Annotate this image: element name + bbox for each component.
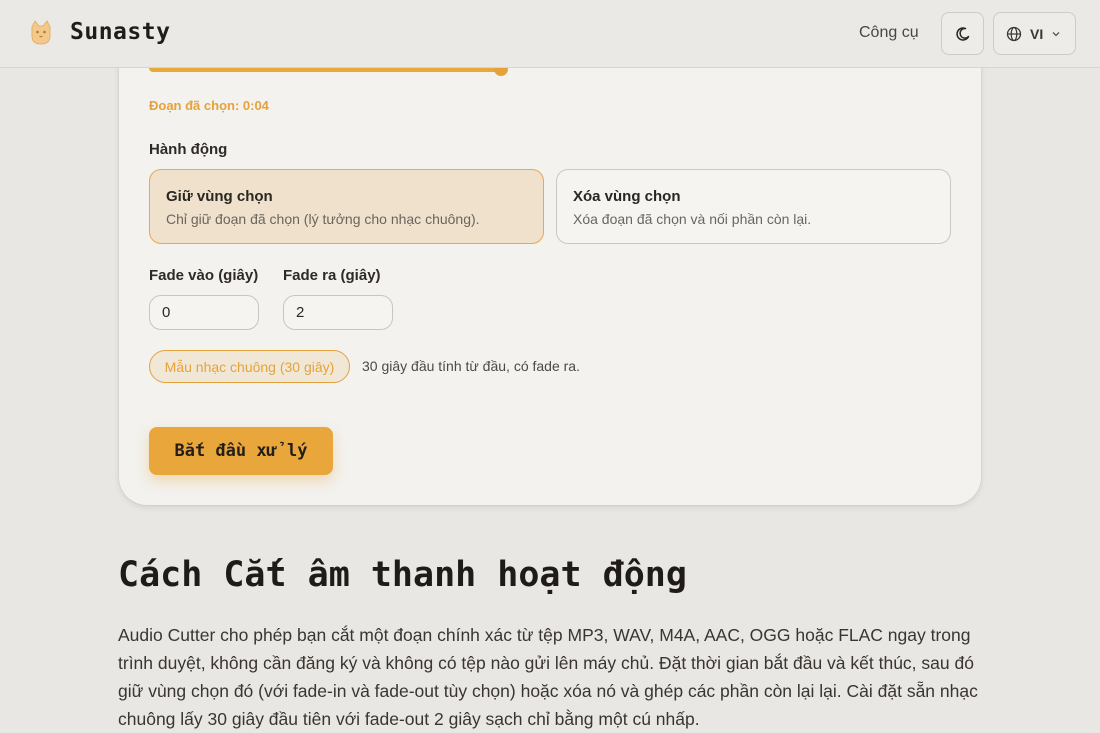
section-heading: Cách Cắt âm thanh hoạt động [118, 555, 687, 595]
option-description: Chỉ giữ đoạn đã chọn (lý tưởng cho nhạc … [166, 211, 480, 227]
action-title: Hành động [149, 141, 228, 158]
selected-duration-label: Đoạn đã chọn: 0:04 [149, 98, 269, 113]
start-processing-button[interactable]: Bắt đầu xử lý [149, 427, 333, 475]
globe-icon [1006, 26, 1022, 41]
language-selector[interactable]: VI [993, 12, 1076, 55]
chevron-down-icon [1052, 31, 1060, 36]
top-header: Sunasty Công cụ VI [0, 0, 1100, 68]
brand-name[interactable]: Sunasty [70, 19, 170, 45]
preset-hint: 30 giây đầu tính từ đầu, có fade ra. [362, 358, 580, 374]
delete-selection-option[interactable]: Xóa vùng chọn Xóa đoạn đã chọn và nối ph… [556, 169, 951, 244]
option-title: Xóa vùng chọn [573, 188, 681, 205]
section-body: Audio Cutter cho phép bạn cắt một đoạn c… [118, 625, 978, 729]
cat-logo-icon [31, 20, 51, 45]
fade-out-label: Fade ra (giây) [283, 267, 381, 284]
keep-selection-option[interactable]: Giữ vùng chọn Chỉ giữ đoạn đã chọn (lý t… [149, 169, 544, 244]
option-description: Xóa đoạn đã chọn và nối phần còn lại. [573, 211, 812, 227]
nav-tools-link[interactable]: Công cụ [859, 24, 919, 42]
fade-out-input[interactable] [283, 295, 393, 330]
theme-toggle-button[interactable] [941, 12, 984, 55]
option-title: Giữ vùng chọn [166, 188, 273, 205]
moon-icon [955, 26, 969, 41]
logo[interactable] [26, 18, 56, 48]
fade-in-input[interactable] [149, 295, 259, 330]
ringtone-preset-button[interactable]: Mẫu nhạc chuông (30 giây) [149, 350, 350, 383]
language-code: VI [1030, 25, 1044, 42]
fade-in-label: Fade vào (giây) [149, 267, 259, 284]
